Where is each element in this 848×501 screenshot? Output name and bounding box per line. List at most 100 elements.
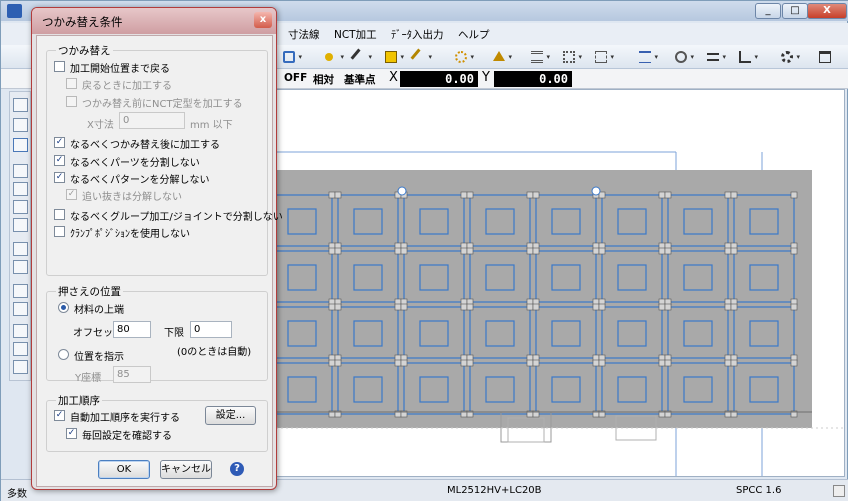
link-icon[interactable] xyxy=(13,342,28,356)
settings-button[interactable]: 設定... xyxy=(205,406,256,425)
dialog-close-button[interactable]: x xyxy=(254,12,272,28)
cancel-button[interactable]: キャンセル xyxy=(160,460,212,479)
tool-dimension-icon[interactable]: ▾ xyxy=(281,49,303,65)
y-coord-label: Y xyxy=(482,70,490,85)
x-size-input[interactable]: 0 xyxy=(119,112,185,129)
minimize-button[interactable]: _ xyxy=(755,3,781,19)
tool-gear-icon[interactable]: ▾ xyxy=(779,49,801,65)
joint-marker xyxy=(400,359,408,367)
ok-button[interactable]: OK xyxy=(98,460,150,479)
joint-marker xyxy=(394,303,402,311)
tool-grid-icon[interactable]: ▾ xyxy=(529,49,551,65)
close-button[interactable]: X xyxy=(807,3,847,19)
joint-marker xyxy=(460,359,468,367)
eraser-icon[interactable] xyxy=(13,98,28,112)
tool-line-icon[interactable]: ▾ xyxy=(410,48,433,66)
checkbox-box[interactable]: ✓ xyxy=(66,428,77,439)
tool-dots-icon[interactable]: ▾ xyxy=(561,49,583,65)
press-group-label: 押さえの位置 xyxy=(56,284,123,299)
checkbox-box[interactable] xyxy=(54,226,65,237)
checkbox-box[interactable]: ✓ xyxy=(54,410,65,421)
resize-grip[interactable] xyxy=(833,485,845,497)
menu-nct[interactable]: NCT加工 xyxy=(334,27,377,42)
joint-marker xyxy=(526,359,534,367)
x-coord-value[interactable]: 0.00 xyxy=(400,71,478,87)
checkbox-box[interactable]: ✓ xyxy=(66,189,77,200)
joint-marker xyxy=(334,359,342,367)
joint-marker xyxy=(328,191,336,199)
checkbox-box[interactable] xyxy=(66,78,77,89)
joint-marker xyxy=(466,247,474,255)
offset-input[interactable]: 80 xyxy=(113,321,151,338)
joint-marker xyxy=(658,247,666,255)
joint-marker xyxy=(532,247,540,255)
pin-icon[interactable] xyxy=(13,200,28,214)
joint-marker xyxy=(526,247,534,255)
joint-marker xyxy=(526,303,534,311)
tool-window-icon[interactable] xyxy=(817,49,839,65)
regrip-conditions-dialog: つかみ替え条件 x つかみ替え 加工開始位置まで戻る 戻るときに加工する つかみ… xyxy=(31,7,283,490)
joint-marker xyxy=(664,359,672,367)
help-icon[interactable]: ? xyxy=(230,462,244,476)
line-icon[interactable] xyxy=(13,138,28,152)
joint-marker xyxy=(400,303,408,311)
dialog-title-bar[interactable]: つかみ替え条件 x xyxy=(32,8,276,34)
auto-note: (0のときは自動) xyxy=(177,347,252,358)
joint-marker xyxy=(460,191,468,199)
relative-toggle[interactable]: 相対 xyxy=(313,72,334,87)
tool-rect-icon[interactable]: ▾ xyxy=(383,49,405,65)
joint-marker xyxy=(664,191,672,199)
document-icon[interactable] xyxy=(13,360,28,374)
lower-limit-label: 下限 xyxy=(164,328,184,339)
joint-marker xyxy=(466,359,474,367)
joint-marker xyxy=(400,247,408,255)
tool-tree-icon[interactable]: ▾ xyxy=(737,49,759,65)
status-material: SPCC 1.6 xyxy=(736,485,782,496)
app-icon xyxy=(7,4,22,18)
snap-off-toggle[interactable]: OFF xyxy=(284,72,307,84)
tool-circle-icon[interactable]: ▾ xyxy=(673,49,695,65)
joint-marker xyxy=(658,303,666,311)
layers-icon[interactable] xyxy=(13,302,28,316)
frame-icon[interactable] xyxy=(13,118,28,132)
menu-help[interactable]: ヘルプ xyxy=(458,27,490,42)
tool-point-icon[interactable]: ▾ xyxy=(323,49,345,65)
checkbox-box[interactable] xyxy=(66,96,77,107)
dialog-body: つかみ替え 加工開始位置まで戻る 戻るときに加工する つかみ替え前にNCT定型を… xyxy=(36,35,283,487)
tool-triangle-icon[interactable]: ▾ xyxy=(491,49,513,65)
chain-icon[interactable] xyxy=(13,182,28,196)
tool-measure-icon[interactable]: ▾ xyxy=(637,49,659,65)
checkbox-box[interactable] xyxy=(54,61,65,72)
tool-star-icon[interactable]: ▾ xyxy=(453,49,475,65)
menu-data-io[interactable]: ﾃﾞｰﾀ入出力 xyxy=(391,27,444,42)
joint-marker xyxy=(334,303,342,311)
lower-limit-input[interactable]: 0 xyxy=(190,321,232,338)
checkbox-box[interactable]: ✓ xyxy=(54,155,65,166)
y-coord-input[interactable]: 85 xyxy=(113,366,151,383)
target-icon[interactable] xyxy=(13,242,28,256)
tool-network-icon[interactable]: ▾ xyxy=(593,49,615,65)
x-size-unit: mm 以下 xyxy=(190,120,233,131)
checkbox-box[interactable]: ✓ xyxy=(54,172,65,183)
draw-icon[interactable] xyxy=(13,164,28,178)
joint-marker xyxy=(598,303,606,311)
origin-toggle[interactable]: 基準点 xyxy=(344,72,376,87)
x-coord-label: X xyxy=(389,70,398,85)
joint-marker xyxy=(664,303,672,311)
joint-marker xyxy=(394,247,402,255)
palette-icon[interactable] xyxy=(13,284,28,298)
checkbox-box[interactable]: ✓ xyxy=(54,137,65,148)
y-coord-value[interactable]: 0.00 xyxy=(494,71,572,87)
compass-icon[interactable] xyxy=(13,260,28,274)
joint-marker xyxy=(328,359,336,367)
radio-circle[interactable] xyxy=(58,349,69,360)
tool-stack-icon[interactable]: ▾ xyxy=(705,49,727,65)
menu-dimension-line[interactable]: 寸法線 xyxy=(288,27,320,42)
checkbox-box[interactable] xyxy=(54,209,65,220)
tool-pen-icon[interactable]: ▾ xyxy=(350,48,373,66)
radio-circle[interactable] xyxy=(58,302,69,313)
maximize-button[interactable]: □ xyxy=(782,3,808,19)
scissors-icon[interactable] xyxy=(13,218,28,232)
select-icon[interactable] xyxy=(13,324,28,338)
status-machine: ML2512HV+LC20B xyxy=(447,485,542,496)
